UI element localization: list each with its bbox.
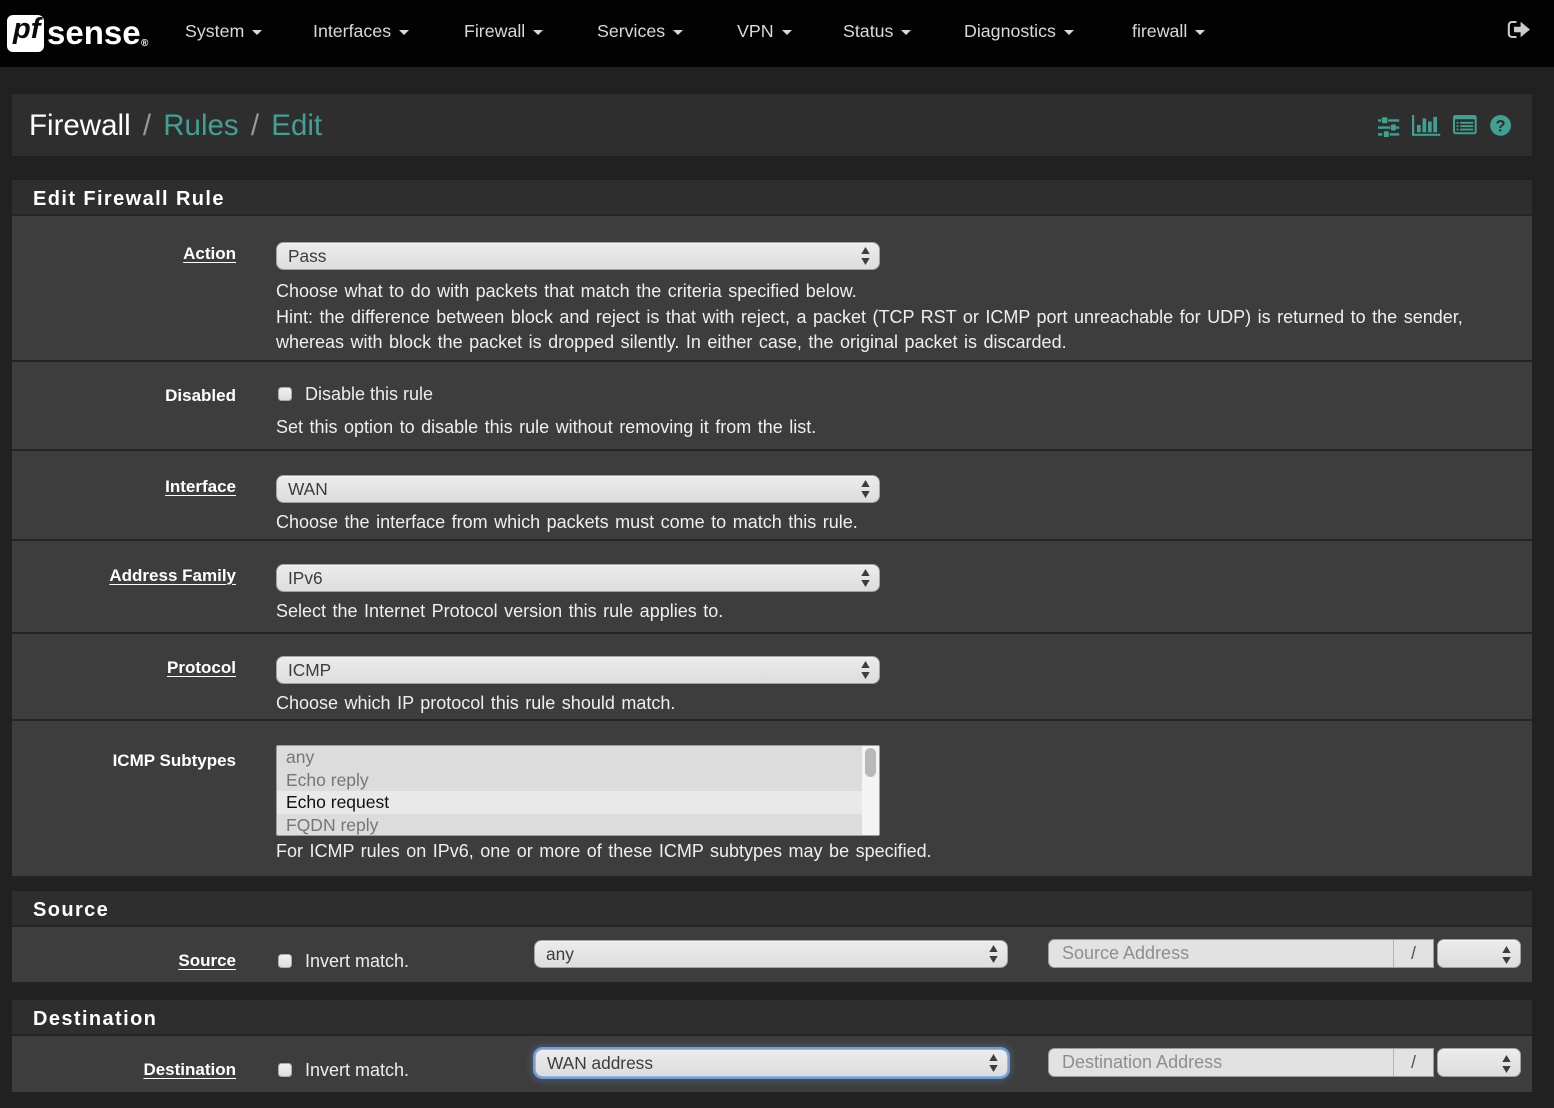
- svg-text:?: ?: [1496, 118, 1506, 136]
